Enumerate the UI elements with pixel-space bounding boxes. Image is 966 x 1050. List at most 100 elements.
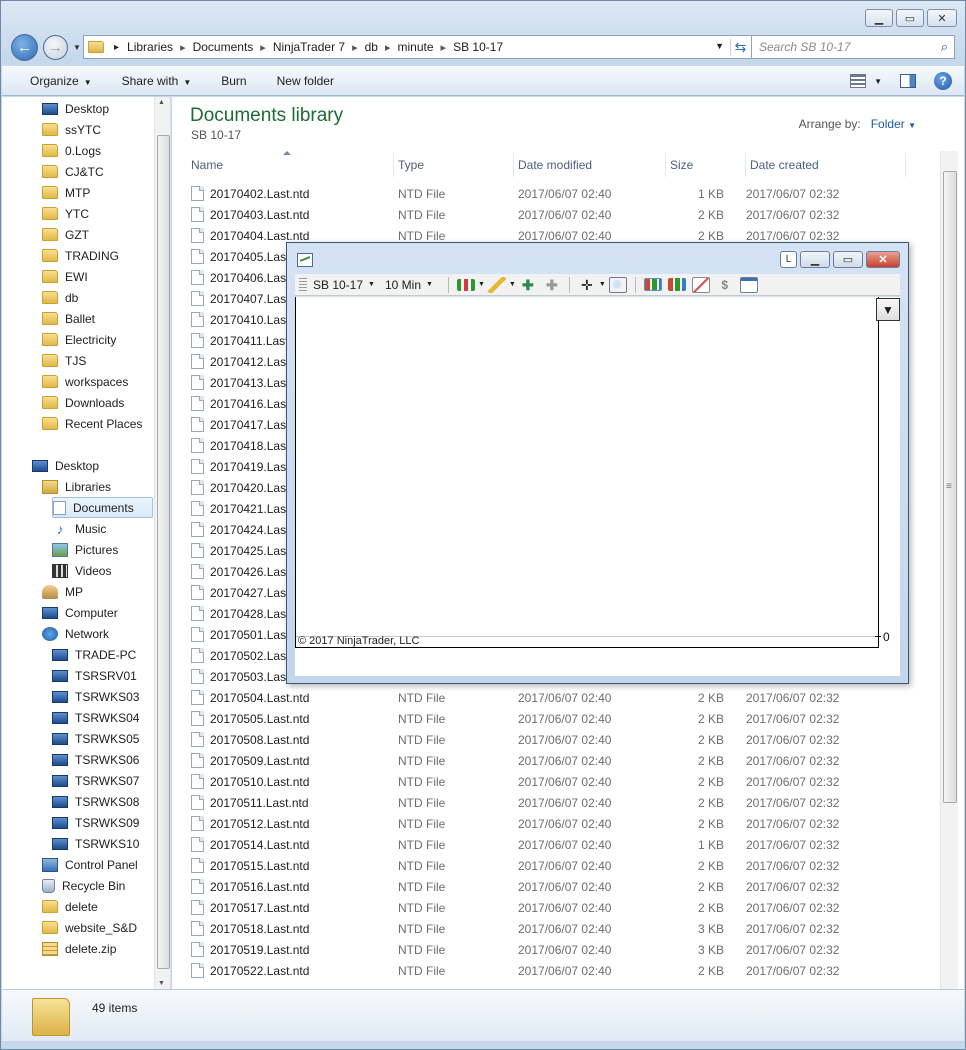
- preview-pane-icon[interactable]: [900, 74, 916, 88]
- nav-item[interactable]: website_S&D: [42, 917, 137, 938]
- chart-plot-area[interactable]: © 2017 NinjaTrader, LLC: [295, 297, 880, 648]
- organize-button[interactable]: Organize ▼: [2, 74, 106, 88]
- chevron-right-icon[interactable]: ▸: [385, 41, 391, 54]
- scroll-thumb[interactable]: [157, 135, 170, 969]
- nav-item[interactable]: Pictures: [52, 539, 118, 560]
- maximize-button[interactable]: ▭: [896, 9, 924, 27]
- nav-item[interactable]: TSRWKS09: [52, 812, 139, 833]
- nav-item[interactable]: TJS: [42, 350, 86, 371]
- column-header-date-created[interactable]: Date created: [746, 153, 906, 177]
- column-header-size[interactable]: Size: [666, 153, 746, 177]
- nav-item[interactable]: TSRWKS05: [52, 728, 139, 749]
- new-folder-button[interactable]: New folder: [261, 74, 348, 88]
- file-row[interactable]: 20170519.Last.ntd NTD File 2017/06/07 02:4…: [187, 939, 927, 960]
- file-row[interactable]: 20170508.Last.ntd NTD File 2017/06/07 02:4…: [187, 729, 927, 750]
- properties-icon[interactable]: [739, 276, 758, 293]
- chart-maximize-button[interactable]: ▭: [833, 251, 863, 268]
- interval-selector[interactable]: 10 Min ▼: [385, 278, 433, 292]
- file-row[interactable]: 20170504.Last.ntd NTD File 2017/06/07 02:4…: [187, 687, 927, 708]
- nav-item[interactable]: EWI: [42, 266, 88, 287]
- price-axis[interactable]: 0: [875, 297, 900, 648]
- column-header-name[interactable]: Name: [187, 151, 394, 177]
- nav-item[interactable]: GZT: [42, 224, 89, 245]
- nav-item[interactable]: TSRWKS03: [52, 686, 139, 707]
- file-row[interactable]: 20170403.Last.ntd NTD File 2017/06/07 02:4…: [187, 204, 927, 225]
- performance-icon[interactable]: [691, 276, 710, 293]
- help-icon[interactable]: ?: [934, 72, 952, 90]
- file-row[interactable]: 20170522.Last.ntd NTD File 2017/06/07 02:4…: [187, 960, 927, 981]
- nav-item[interactable]: Network: [42, 623, 109, 644]
- nav-item[interactable]: CJ&TC: [42, 161, 104, 182]
- file-row[interactable]: 20170516.Last.ntd NTD File 2017/06/07 02:4…: [187, 876, 927, 897]
- nav-item[interactable]: TSRWKS06: [52, 749, 139, 770]
- nav-item[interactable]: Control Panel: [42, 854, 138, 875]
- nav-item[interactable]: TSRWKS07: [52, 770, 139, 791]
- chart-minimize-button[interactable]: ▁: [800, 251, 830, 268]
- burn-button[interactable]: Burn: [205, 74, 260, 88]
- share-with-button[interactable]: Share with ▼: [106, 74, 206, 88]
- address-dropdown[interactable]: ▼: [715, 41, 724, 51]
- nav-item[interactable]: delete.zip: [42, 938, 116, 959]
- chart-panel-dropdown[interactable]: ▼: [876, 298, 900, 321]
- breadcrumb-item[interactable]: db: [365, 40, 378, 54]
- back-button[interactable]: ←: [11, 34, 38, 61]
- nav-item[interactable]: workspaces: [42, 371, 128, 392]
- recent-pages-dropdown[interactable]: ▼: [73, 43, 81, 52]
- chevron-right-icon[interactable]: ▸: [180, 41, 186, 54]
- crosshair-icon[interactable]: ✛: [578, 277, 596, 293]
- nav-item[interactable]: Computer: [42, 602, 118, 623]
- file-row[interactable]: 20170514.Last.ntd NTD File 2017/06/07 02:4…: [187, 834, 927, 855]
- breadcrumb-item[interactable]: minute: [398, 40, 434, 54]
- file-list-scrollbar[interactable]: ≡: [940, 151, 958, 989]
- chevron-right-icon[interactable]: ▸: [114, 42, 119, 53]
- scroll-up-icon[interactable]: ▲: [158, 99, 165, 106]
- toolbar-grip[interactable]: [299, 277, 307, 292]
- nav-scrollbar[interactable]: ▲ ▼: [154, 97, 170, 989]
- drawing-tool-icon[interactable]: [487, 276, 506, 293]
- search-icon[interactable]: ⌕: [941, 39, 948, 55]
- add-indicator-icon[interactable]: ✚: [519, 277, 537, 293]
- breadcrumb-item[interactable]: NinjaTrader 7: [273, 40, 345, 54]
- breadcrumb-item[interactable]: Libraries: [127, 40, 173, 54]
- file-row[interactable]: 20170402.Last.ntd NTD File 2017/06/07 02:4…: [187, 183, 927, 204]
- nav-item[interactable]: TRADE-PC: [52, 644, 136, 665]
- chevron-right-icon[interactable]: ▸: [352, 41, 358, 54]
- breadcrumb-item[interactable]: SB 10-17: [453, 40, 503, 54]
- file-row[interactable]: 20170512.Last.ntd NTD File 2017/06/07 02:4…: [187, 813, 927, 834]
- nav-item[interactable]: Recent Places: [42, 413, 142, 434]
- instrument-selector[interactable]: SB 10-17 ▼: [313, 278, 375, 292]
- caret-down-icon[interactable]: ▼: [509, 281, 516, 288]
- nav-item[interactable]: Ballet: [42, 308, 95, 329]
- nav-item[interactable]: ssYTC: [42, 119, 101, 140]
- link-button[interactable]: L: [780, 251, 797, 268]
- nav-item[interactable]: TSRSRV01: [52, 665, 137, 686]
- file-row[interactable]: 20170518.Last.ntd NTD File 2017/06/07 02:4…: [187, 918, 927, 939]
- chart-trader-icon[interactable]: [643, 278, 662, 291]
- file-row[interactable]: 20170505.Last.ntd NTD File 2017/06/07 02:4…: [187, 708, 927, 729]
- nav-item[interactable]: 0.Logs: [42, 140, 101, 161]
- nav-item[interactable]: db: [42, 287, 78, 308]
- nav-item[interactable]: Downloads: [42, 392, 124, 413]
- search-input[interactable]: Search SB 10-17 ⌕: [751, 35, 955, 59]
- arrange-dropdown[interactable]: Folder ▼: [871, 117, 916, 131]
- change-view-button[interactable]: ▼: [850, 74, 882, 88]
- nav-item[interactable]: Desktop: [42, 98, 109, 119]
- nav-item[interactable]: Videos: [52, 560, 111, 581]
- chart-style-icon[interactable]: [456, 278, 475, 291]
- caret-down-icon[interactable]: ▼: [478, 281, 485, 288]
- close-button[interactable]: ✕: [927, 9, 957, 27]
- nav-item[interactable]: Desktop: [32, 455, 99, 476]
- minimize-button[interactable]: ▁: [865, 9, 893, 27]
- nav-item[interactable]: Libraries: [42, 476, 111, 497]
- caret-down-icon[interactable]: ▼: [599, 281, 606, 288]
- dollar-icon[interactable]: $: [716, 277, 734, 293]
- breadcrumb-item[interactable]: Documents: [193, 40, 254, 54]
- nav-item[interactable]: Recycle Bin: [42, 875, 125, 896]
- nav-item[interactable]: TSRWKS04: [52, 707, 139, 728]
- data-box-icon[interactable]: [667, 278, 686, 291]
- add-strategy-icon[interactable]: ✚: [543, 277, 561, 293]
- refresh-icon[interactable]: ⇆: [730, 39, 750, 55]
- nav-item[interactable]: TSRWKS08: [52, 791, 139, 812]
- nav-item[interactable]: MP: [42, 581, 83, 602]
- file-row[interactable]: 20170517.Last.ntd NTD File 2017/06/07 02:4…: [187, 897, 927, 918]
